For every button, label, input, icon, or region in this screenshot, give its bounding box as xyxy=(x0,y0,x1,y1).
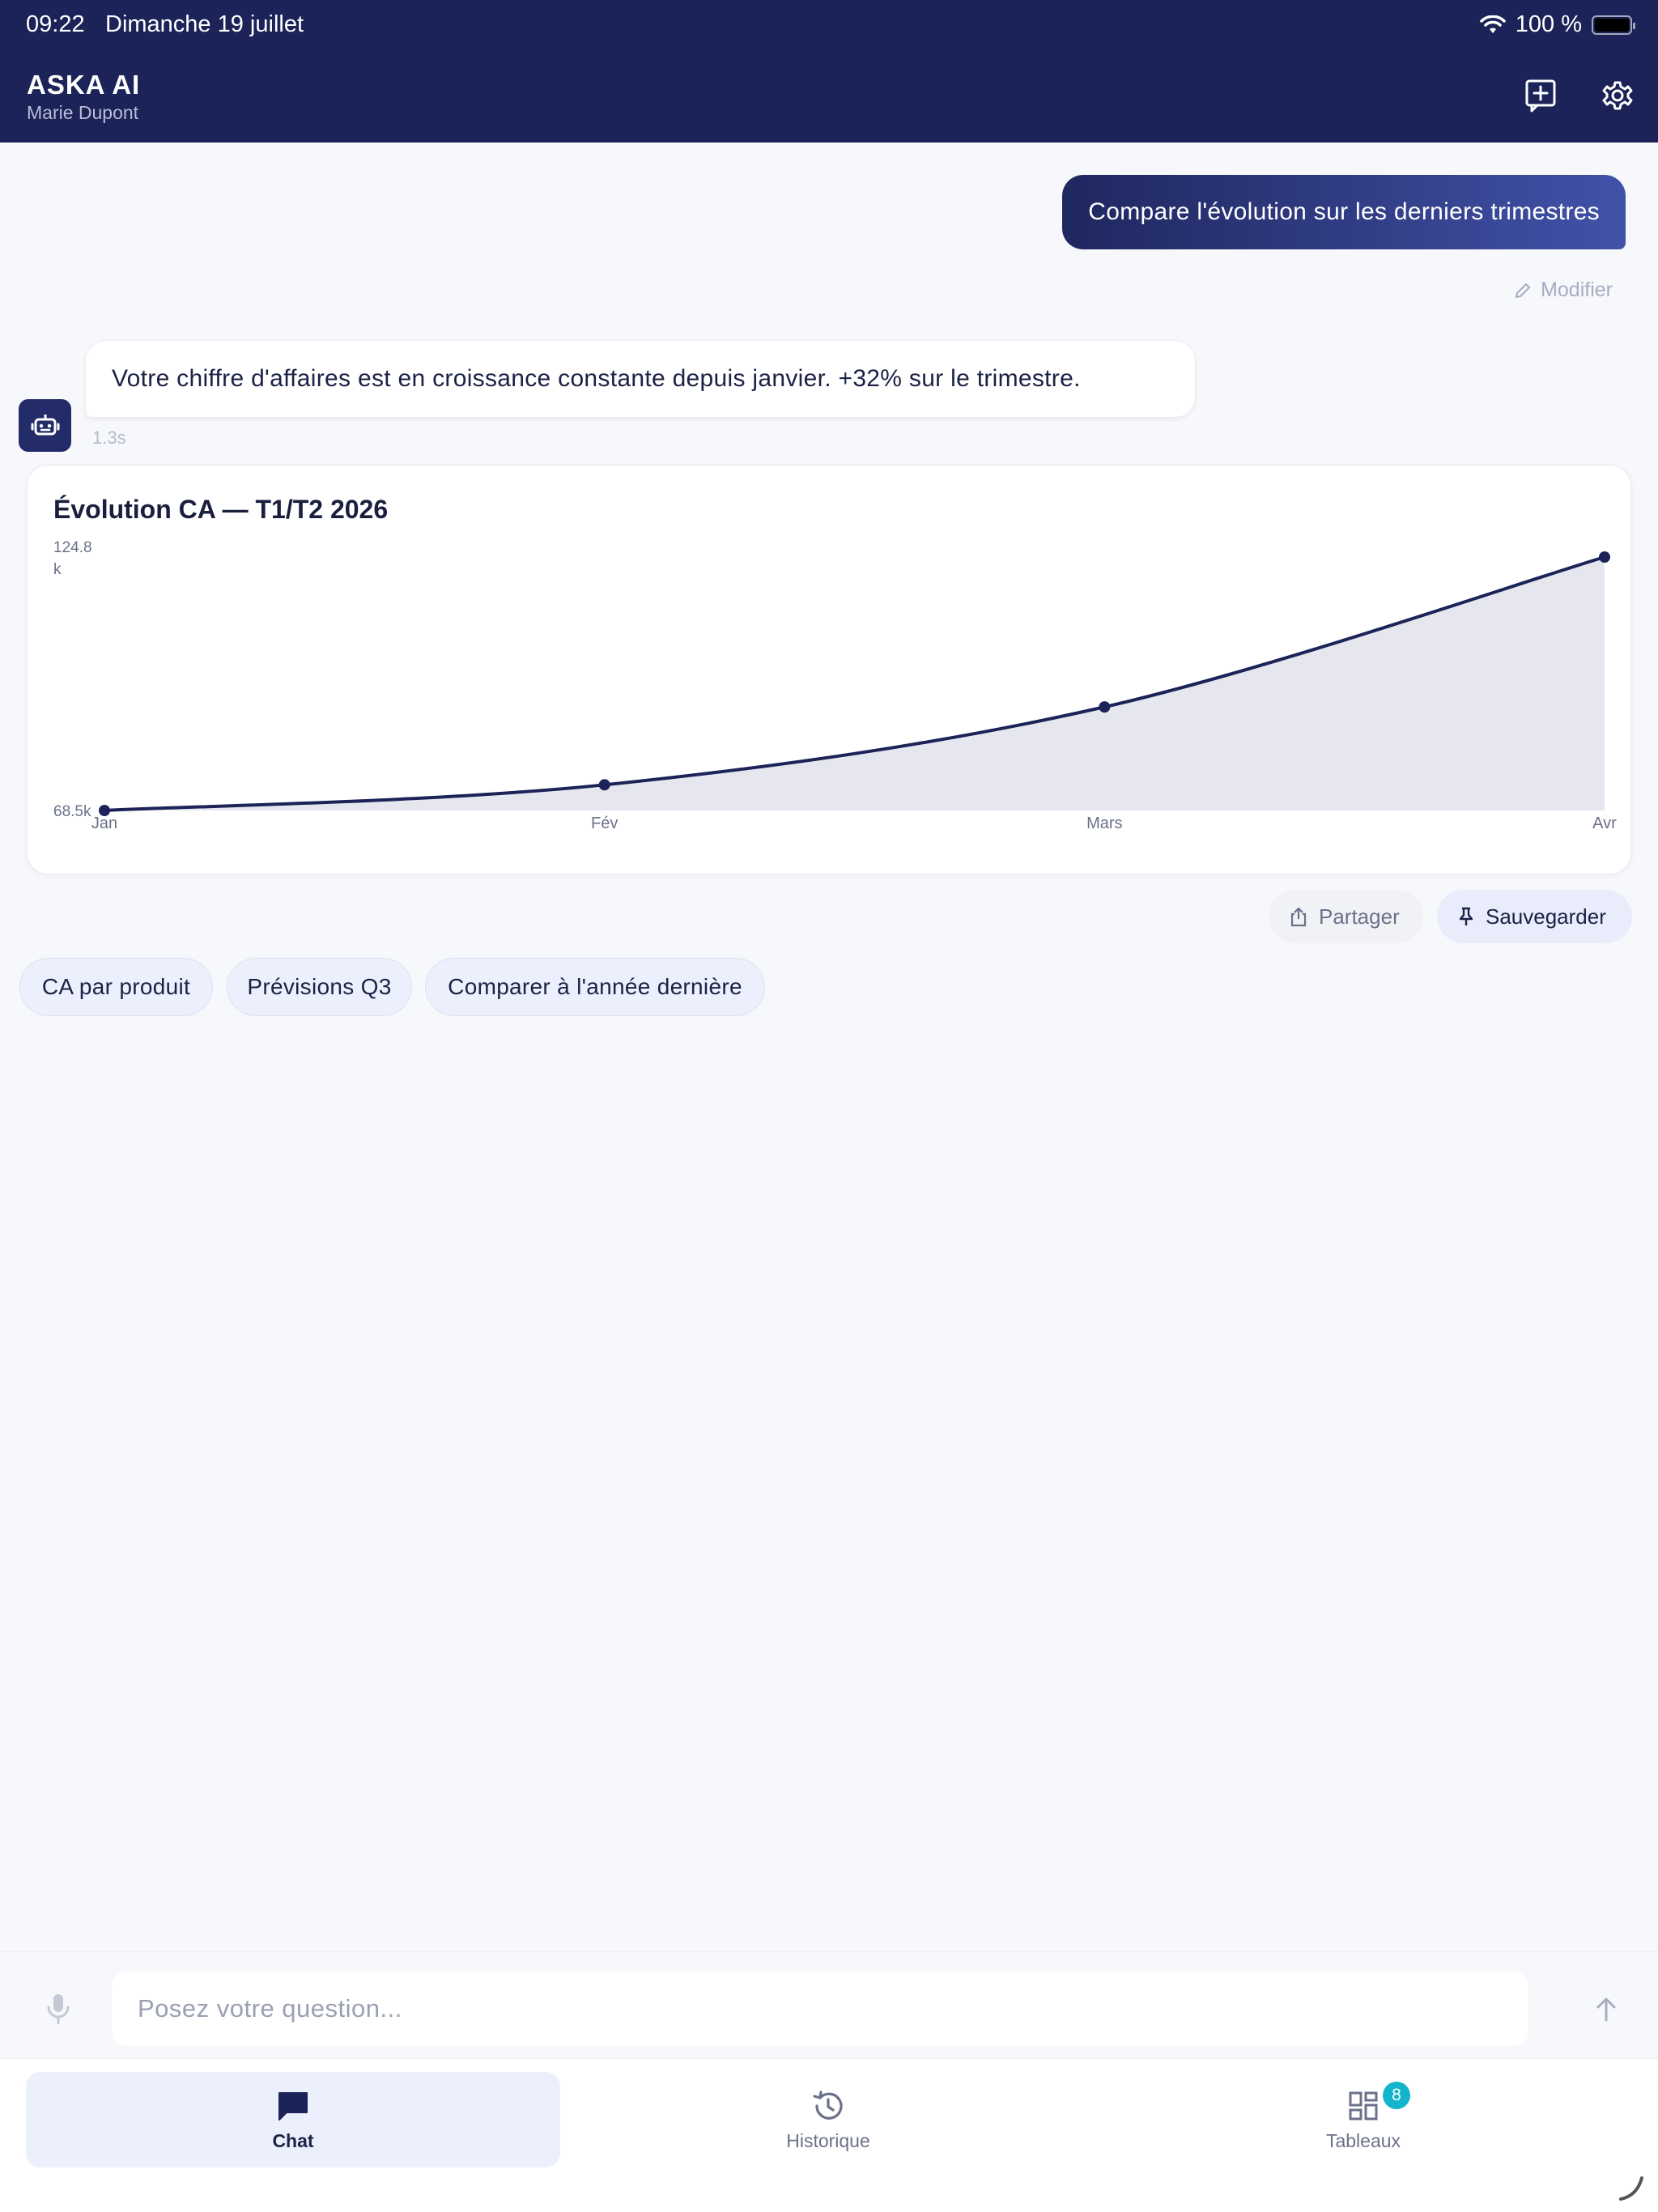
battery-icon xyxy=(1592,15,1635,35)
y-tick-label-top: 124.8 xyxy=(53,539,92,556)
chat-icon xyxy=(278,2091,308,2121)
chart-area-fill xyxy=(104,557,1605,810)
tab-history[interactable]: Historique xyxy=(561,2072,1095,2167)
share-label: Partager xyxy=(1319,904,1400,929)
save-label: Sauvegarder xyxy=(1486,904,1606,929)
x-tick-label: Mars xyxy=(1086,815,1122,832)
tab-chat-label: Chat xyxy=(272,2129,314,2151)
tab-history-label: Historique xyxy=(786,2129,870,2151)
data-point-fév xyxy=(598,779,610,791)
message-composer xyxy=(0,1951,1658,2058)
microphone-icon[interactable] xyxy=(42,1991,74,2027)
scroll-corner-indicator xyxy=(1619,2176,1643,2201)
suggestion-chip[interactable]: CA par produit xyxy=(19,958,213,1016)
modify-button[interactable]: Modifier xyxy=(1513,279,1613,302)
data-point-mars xyxy=(1099,701,1111,713)
dashboard-icon xyxy=(1349,2091,1378,2120)
suggestion-chip[interactable]: Prévisions Q3 xyxy=(227,958,412,1016)
notification-badge: 8 xyxy=(1383,2082,1410,2109)
status-time: 09:22 xyxy=(26,11,85,37)
data-point-avr xyxy=(1599,551,1610,563)
suggestion-chip[interactable]: Comparer à l'année dernière xyxy=(425,958,765,1016)
x-tick-label: Avr xyxy=(1592,815,1617,832)
app-header: 09:22 Dimanche 19 juillet 100 % ASKA AI … xyxy=(0,0,1658,143)
area-chart: Jan Fév Mars Avr 124.8 k 68.5k xyxy=(53,539,1617,832)
modify-label: Modifier xyxy=(1541,279,1613,301)
save-button[interactable]: Sauvegarder xyxy=(1437,890,1632,943)
bot-avatar xyxy=(19,399,71,452)
app-title: ASKA AI xyxy=(27,70,141,100)
question-input[interactable] xyxy=(112,1972,1528,2046)
tab-dashboards[interactable]: Tableaux 8 xyxy=(1096,2072,1630,2167)
settings-icon[interactable] xyxy=(1600,78,1635,113)
tab-chat[interactable]: Chat xyxy=(26,2072,560,2167)
bottom-tab-bar: Chat Historique Tableaux 8 xyxy=(0,2058,1658,2212)
chart-card: Évolution CA — T1/T2 2026 Jan Fév Mars Avr … xyxy=(27,465,1631,874)
response-latency: 1.3s xyxy=(92,428,126,448)
user-name: Marie Dupont xyxy=(27,102,139,123)
status-date: Dimanche 19 juillet xyxy=(105,11,304,37)
battery-percent: 100 % xyxy=(1515,11,1582,37)
pencil-icon xyxy=(1516,283,1531,298)
x-tick-label: Fév xyxy=(591,815,618,832)
wifi-icon xyxy=(1480,15,1506,33)
send-arrow-icon[interactable] xyxy=(1588,1991,1624,2027)
x-tick-label: Jan xyxy=(91,815,117,832)
pin-icon xyxy=(1459,907,1473,925)
robot-icon xyxy=(31,414,59,435)
y-tick-label-bottom: 68.5k xyxy=(53,803,91,820)
ai-message-bubble: Votre chiffre d'affaires est en croissan… xyxy=(85,340,1196,418)
user-message-bubble: Compare l'évolution sur les derniers tri… xyxy=(1062,175,1626,249)
y-tick-label-top-unit: k xyxy=(53,561,62,578)
share-icon xyxy=(1290,907,1307,927)
share-button[interactable]: Partager xyxy=(1269,890,1423,943)
status-indicators: 100 % xyxy=(1480,11,1635,38)
history-icon xyxy=(813,2090,843,2120)
tab-dashboards-label: Tableaux xyxy=(1325,2129,1401,2151)
new-chat-icon[interactable] xyxy=(1524,78,1559,113)
